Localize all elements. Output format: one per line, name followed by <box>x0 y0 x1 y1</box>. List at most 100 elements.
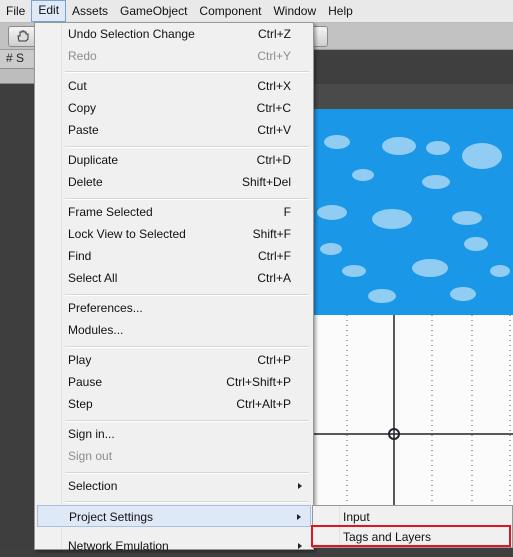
menu-item-selection[interactable]: Selection <box>37 475 311 497</box>
menu-item-sign-out[interactable]: Sign out <box>37 445 311 467</box>
menu-item-label: Frame Selected <box>68 205 153 219</box>
menu-separator <box>65 420 309 422</box>
menu-item-label: Selection <box>68 479 118 493</box>
submenu-item-input[interactable]: Input <box>314 507 511 527</box>
menu-item-label: Undo Selection Change <box>68 27 195 41</box>
menu-separator <box>65 501 309 503</box>
cloud <box>368 289 396 303</box>
menu-item-lock-view[interactable]: Lock View to Selected Shift+F <box>37 223 311 245</box>
shortcut-label: Ctrl+F <box>258 249 291 263</box>
cloud <box>452 211 482 225</box>
cloud <box>462 143 502 169</box>
menu-item-redo[interactable]: Redo Ctrl+Y <box>37 45 311 67</box>
menu-item-label: Delete <box>68 175 103 189</box>
menu-separator <box>65 346 309 348</box>
menu-item-select-all[interactable]: Select All Ctrl+A <box>37 267 311 289</box>
hand-icon <box>17 30 29 42</box>
cloud <box>426 141 450 155</box>
submenu-arrow-icon <box>297 514 301 520</box>
menu-item-label: Sign in... <box>68 427 115 441</box>
menu-item-label: Pause <box>68 375 103 389</box>
cloud <box>317 205 347 220</box>
cloud <box>320 243 342 255</box>
menu-item-label: Find <box>68 249 92 263</box>
submenu-arrow-icon <box>298 483 302 489</box>
shortcut-label: Ctrl+Alt+P <box>236 397 291 411</box>
shortcut-label: Ctrl+X <box>257 79 291 93</box>
menu-item-play[interactable]: Play Ctrl+P <box>37 349 311 371</box>
shortcut-label: Ctrl+P <box>257 353 291 367</box>
toolbar-end-button[interactable] <box>312 26 328 47</box>
menu-help[interactable]: Help <box>322 1 359 21</box>
cloud <box>490 265 510 277</box>
shortcut-label: Ctrl+Y <box>257 49 291 63</box>
menu-window[interactable]: Window <box>267 1 322 21</box>
menu-item-label: Sign out <box>68 449 113 463</box>
menu-item-delete[interactable]: Delete Shift+Del <box>37 171 311 193</box>
menu-item-copy[interactable]: Copy Ctrl+C <box>37 97 311 119</box>
menu-separator <box>65 146 309 148</box>
menu-item-label: Step <box>68 397 93 411</box>
menu-separator <box>65 294 309 296</box>
annotation-highlight-box <box>311 525 511 547</box>
menu-item-undo[interactable]: Undo Selection Change Ctrl+Z <box>37 23 311 45</box>
menu-item-paste[interactable]: Paste Ctrl+V <box>37 119 311 141</box>
menu-item-step[interactable]: Step Ctrl+Alt+P <box>37 393 311 415</box>
shortcut-label: Shift+Del <box>241 175 291 189</box>
cloud <box>464 237 488 251</box>
menu-separator <box>65 71 309 73</box>
shortcut-label: Ctrl+A <box>257 271 291 285</box>
menu-assets[interactable]: Assets <box>66 1 114 21</box>
shortcut-label: Shift+F <box>252 227 291 241</box>
shortcut-label: Ctrl+Shift+P <box>226 375 291 389</box>
menu-separator <box>65 198 309 200</box>
menu-item-label: Redo <box>68 49 97 63</box>
cloud <box>412 259 448 277</box>
shortcut-label: F <box>283 205 291 219</box>
menu-item-label: Play <box>68 353 92 367</box>
menu-edit[interactable]: Edit <box>31 0 67 22</box>
menu-item-label: Cut <box>68 79 87 93</box>
menu-item-label: Network Emulation <box>68 539 169 553</box>
menu-item-label: Select All <box>68 271 118 285</box>
menu-item-label: Duplicate <box>68 153 119 167</box>
shortcut-label: Ctrl+D <box>256 153 291 167</box>
menu-separator <box>65 472 309 474</box>
scene-tab[interactable]: # S <box>6 51 24 65</box>
menu-item-sign-in[interactable]: Sign in... <box>37 423 311 445</box>
menu-item-frame-selected[interactable]: Frame Selected F <box>37 201 311 223</box>
menu-item-label: Copy <box>68 101 97 115</box>
menu-gameobject[interactable]: GameObject <box>114 1 193 21</box>
cloud <box>382 137 416 155</box>
menu-file[interactable]: File <box>0 1 31 21</box>
menu-item-network-emulation[interactable]: Network Emulation <box>37 535 311 557</box>
shortcut-label: Ctrl+C <box>256 101 291 115</box>
menu-component[interactable]: Component <box>193 1 267 21</box>
shortcut-label: Ctrl+Z <box>258 27 291 41</box>
menu-item-label: Paste <box>68 123 99 137</box>
menu-item-project-settings[interactable]: Project Settings <box>37 505 311 527</box>
menu-item-modules[interactable]: Modules... <box>37 319 311 341</box>
menu-item-cut[interactable]: Cut Ctrl+X <box>37 75 311 97</box>
menu-item-preferences[interactable]: Preferences... <box>37 297 311 319</box>
menu-item-pause[interactable]: Pause Ctrl+Shift+P <box>37 371 311 393</box>
cloud <box>324 135 350 149</box>
menu-item-label: Modules... <box>68 323 124 337</box>
menu-bar: File Edit Assets GameObject Component Wi… <box>0 0 513 23</box>
menu-item-label: Preferences... <box>68 301 143 315</box>
edit-menu: Undo Selection Change Ctrl+Z Redo Ctrl+Y… <box>34 22 314 553</box>
menu-item-label: Project Settings <box>69 510 154 524</box>
game-view-sky <box>312 109 513 315</box>
shortcut-label: Ctrl+V <box>257 123 291 137</box>
menu-item-duplicate[interactable]: Duplicate Ctrl+D <box>37 149 311 171</box>
menu-item-label: Lock View to Selected <box>68 227 186 241</box>
game-view-header <box>312 84 513 109</box>
cloud <box>450 287 476 301</box>
menu-item-label: Input <box>343 510 370 524</box>
cloud <box>352 169 374 181</box>
cloud <box>422 175 450 189</box>
menu-item-find[interactable]: Find Ctrl+F <box>37 245 311 267</box>
submenu-arrow-icon <box>298 543 302 549</box>
cloud <box>372 209 412 229</box>
cloud <box>342 265 366 277</box>
